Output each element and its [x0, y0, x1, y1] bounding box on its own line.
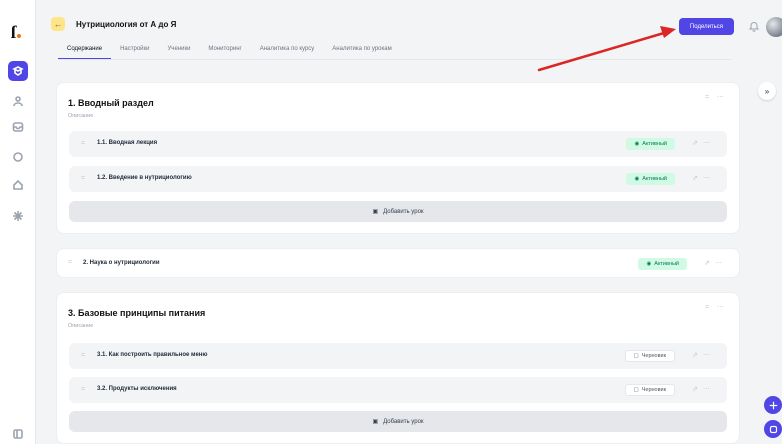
- eye-icon: ◉: [634, 141, 640, 147]
- status-badge: ▢ Черновик: [624, 384, 675, 396]
- drag-handle-icon[interactable]: =: [81, 175, 85, 182]
- document-icon: ▢: [633, 353, 639, 359]
- file-plus-icon: ▣: [372, 209, 379, 215]
- lesson-name[interactable]: 3.2. Продукты исключения: [97, 386, 177, 392]
- drag-handle-icon[interactable]: =: [81, 140, 85, 147]
- inbox-nav-icon[interactable]: [8, 117, 28, 137]
- home-nav-icon[interactable]: [8, 175, 28, 195]
- eye-icon: ◉: [634, 176, 640, 182]
- bell-icon[interactable]: [748, 20, 760, 32]
- drag-handle-icon[interactable]: =: [81, 386, 85, 393]
- circle-nav-icon[interactable]: [8, 147, 28, 167]
- lesson-row[interactable]: = 1.1. Вводная лекция ◉ Активный ⇗⋯: [69, 131, 727, 157]
- left-rail: ſ: [0, 0, 36, 444]
- lesson-row[interactable]: = 3.2. Продукты исключения ▢ Черновик ⇗⋯: [69, 377, 727, 403]
- tab-course-analytics[interactable]: Аналитика по курсу: [251, 46, 324, 59]
- tab-lesson-analytics[interactable]: Аналитика по урокам: [323, 46, 400, 59]
- tab-students[interactable]: Ученики: [159, 46, 200, 59]
- tab-monitoring[interactable]: Мониторинг: [199, 46, 250, 59]
- collapse-sidebar-icon[interactable]: »: [758, 82, 776, 100]
- document-icon: ▢: [633, 387, 639, 393]
- lesson-row[interactable]: = 3.1. Как построить правильное меню ▢ Че…: [69, 343, 727, 369]
- lesson-name[interactable]: 1.2. Введение в нутрициологию: [97, 175, 192, 181]
- lesson-actions-icon[interactable]: ⇗⋯: [692, 385, 715, 393]
- chat-fab-icon[interactable]: [764, 420, 782, 438]
- back-button[interactable]: ←: [51, 17, 65, 31]
- lesson-actions-icon[interactable]: ⇗⋯: [692, 139, 715, 147]
- drag-handle-icon[interactable]: =: [81, 352, 85, 359]
- lesson-actions-icon[interactable]: ⇗⋯: [692, 174, 715, 182]
- section-card: 1. Вводный раздел Описание = ⋯ = 1.1. Вв…: [56, 82, 740, 234]
- file-plus-icon: ▣: [372, 419, 379, 425]
- tabs-divider: [58, 59, 732, 60]
- course-title: Нутрициология от А до Я: [76, 20, 177, 29]
- sparkle-fab-icon[interactable]: [764, 396, 782, 414]
- section-menu-icon[interactable]: = ⋯: [705, 93, 727, 101]
- section-card-collapsed[interactable]: = 2. Наука о нутрициологии ◉ Активный ⇗⋯: [56, 248, 740, 278]
- tab-content[interactable]: Содержание: [58, 46, 112, 59]
- lesson-actions-icon[interactable]: ⇗⋯: [692, 351, 715, 359]
- lesson-row[interactable]: = 1.2. Введение в нутрициологию ◉ Активны…: [69, 166, 727, 192]
- tabs-bar: Содержание Настройки Ученики Мониторинг …: [58, 46, 401, 59]
- section-title: 3. Базовые принципы питания: [68, 308, 206, 318]
- panel-toggle-icon[interactable]: [8, 424, 28, 444]
- app-logo[interactable]: ſ: [11, 22, 22, 43]
- drag-handle-icon[interactable]: =: [68, 259, 72, 266]
- sparkle-nav-icon[interactable]: [8, 206, 28, 226]
- user-avatar[interactable]: [766, 17, 782, 37]
- courses-nav-icon[interactable]: [8, 61, 28, 81]
- arrow-left-icon: ←: [53, 19, 63, 29]
- share-button[interactable]: Поделиться: [679, 18, 734, 35]
- tab-settings[interactable]: Настройки: [111, 46, 158, 59]
- status-badge: ◉ Активный: [626, 138, 675, 150]
- section-card: 3. Базовые принципы питания Описание = ⋯…: [56, 292, 740, 444]
- add-lesson-button[interactable]: ▣ Добавить урок: [69, 411, 727, 432]
- section-description: Описание: [68, 323, 94, 329]
- lesson-name[interactable]: 3.1. Как построить правильное меню: [97, 352, 208, 358]
- section-description: Описание: [68, 113, 94, 119]
- section-menu-icon[interactable]: = ⋯: [705, 303, 727, 311]
- section-title: 1. Вводный раздел: [68, 98, 154, 108]
- status-badge: ◉ Активный: [626, 173, 675, 185]
- users-nav-icon[interactable]: [8, 91, 28, 111]
- status-badge: ◉ Активный: [638, 258, 687, 270]
- add-lesson-button[interactable]: ▣ Добавить урок: [69, 201, 727, 222]
- status-badge: ▢ Черновик: [624, 350, 675, 362]
- section-title[interactable]: 2. Наука о нутрициологии: [83, 260, 160, 266]
- lesson-name[interactable]: 1.1. Вводная лекция: [97, 140, 157, 146]
- eye-icon: ◉: [646, 261, 652, 267]
- section-actions-icon[interactable]: ⇗⋯: [704, 259, 727, 267]
